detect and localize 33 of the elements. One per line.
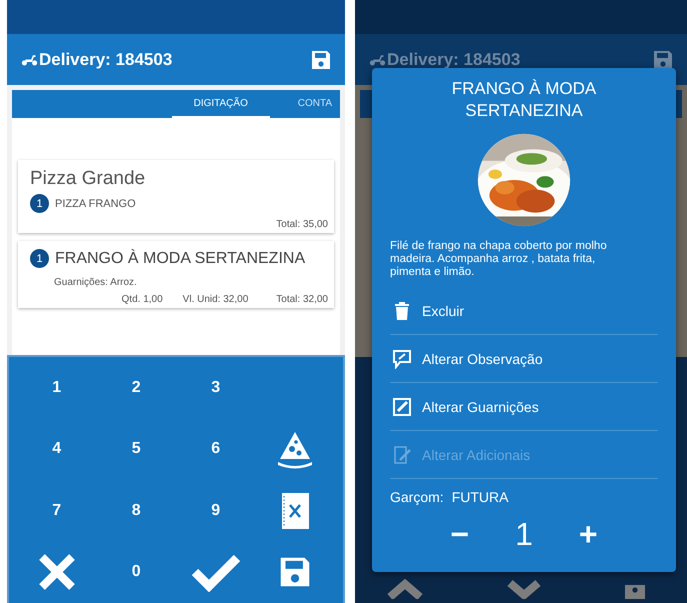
- decrement-button[interactable]: −: [444, 515, 476, 554]
- unit-price: Vl. Unid: 32,00: [182, 294, 248, 305]
- item-total: Total: 32,00: [276, 294, 328, 305]
- digit-key[interactable]: 4: [46, 439, 68, 460]
- quantity-value: 1: [515, 516, 533, 553]
- item-name[interactable]: PIZZA FRANGO: [55, 198, 136, 210]
- digit-key[interactable]: 9: [205, 500, 226, 521]
- group-title: Pizza Grande: [30, 168, 146, 190]
- waiter-name: FUTURA: [452, 489, 508, 505]
- app-title: Delivery: 184503: [39, 50, 174, 70]
- action-item[interactable]: Alterar Guarnições: [390, 383, 658, 431]
- digit-key[interactable]: 0: [126, 562, 147, 582]
- item-name[interactable]: FRANGO À MODA SERTANEZINA: [55, 250, 306, 268]
- increment-button[interactable]: +: [572, 515, 604, 554]
- item-quantity: Qtd. 1,00: [122, 294, 163, 305]
- digit-key[interactable]: 3: [205, 378, 226, 398]
- digit-key[interactable]: 2: [126, 378, 147, 398]
- item-total: Total: 35,00: [276, 219, 328, 230]
- digit-key[interactable]: 5: [126, 439, 147, 460]
- action-item[interactable]: Alterar Observação: [390, 335, 658, 383]
- quantity-badge: 1: [30, 249, 49, 268]
- waiter-label: Garçom:: [390, 489, 444, 505]
- item-detail: Guarnições: Arroz.: [54, 277, 138, 288]
- digit-key[interactable]: 1: [46, 378, 68, 398]
- quantity-badge: 1: [30, 194, 49, 213]
- digit-key[interactable]: 8: [126, 500, 147, 521]
- app-title: Delivery: 184503: [387, 50, 522, 70]
- action-item[interactable]: Excluir: [390, 287, 658, 335]
- tab[interactable]: CONTA: [290, 90, 340, 118]
- dialog-title: FRANGO À MODA SERTANEZINA: [450, 78, 598, 122]
- digit-key[interactable]: 7: [46, 500, 68, 521]
- item-description: Filé de frango na chapa coberto por molho madeira. Acompanha arroz , batata frita, pimenta e limão.: [390, 240, 608, 279]
- digit-key[interactable]: 6: [205, 439, 226, 460]
